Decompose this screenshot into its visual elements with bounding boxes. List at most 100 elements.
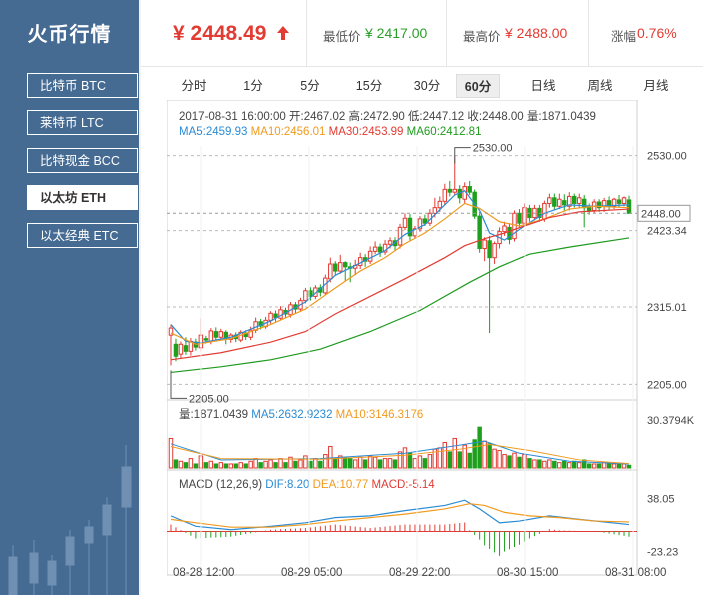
volume-bar: [333, 458, 338, 469]
volume-bar: [596, 463, 602, 469]
candle-body: [357, 257, 363, 266]
sidebar-item-bcc[interactable]: 比特现金 BCC: [27, 148, 138, 173]
tab-monthly[interactable]: 月线: [636, 74, 676, 98]
change-label: 涨幅: [611, 30, 637, 44]
volume-bar: [352, 459, 358, 469]
high-value: ¥ 2488.00: [505, 25, 568, 41]
candle-body: [482, 239, 487, 250]
volume-bar: [402, 447, 408, 469]
candle-body: [616, 199, 622, 204]
volume-bar: [472, 439, 477, 469]
chart-info-ma: MA5:2459.93 MA10:2456.01 MA30:2453.99 MA…: [179, 126, 481, 138]
candle-body: [517, 212, 522, 224]
volume-bar: [611, 463, 617, 469]
volume-bar: [542, 460, 547, 469]
sidebar-item-etc[interactable]: 以太经典 ETC: [27, 223, 138, 248]
volume-bar: [208, 460, 214, 469]
volume-bar: [497, 450, 502, 469]
volume-bar: [397, 451, 403, 469]
volume-bar: [298, 459, 303, 469]
volume-bar: [243, 463, 248, 469]
volume-bar: [447, 451, 453, 469]
tab-5min[interactable]: 5分: [290, 74, 330, 98]
y-tick-label: 2530.00: [647, 151, 687, 163]
candle-body: [432, 207, 438, 214]
sidebar-item-btc[interactable]: 比特币 BTC: [27, 73, 138, 98]
candle-body: [442, 188, 448, 202]
volume-bar: [347, 458, 353, 469]
tab-weekly[interactable]: 周线: [580, 74, 620, 98]
volume-bar: [183, 462, 189, 469]
candle-body: [581, 198, 587, 209]
candle-body: [576, 197, 582, 204]
kline-chart[interactable]: 2017-08-31 16:00:00 开:2467.02 高:2472.90 …: [167, 100, 697, 580]
volume-bar: [427, 454, 433, 469]
candle-body: [552, 197, 557, 207]
volume-bar: [328, 446, 333, 469]
sidebar-item-ltc[interactable]: 莱特币 LTC: [27, 110, 138, 135]
candle-body: [452, 188, 458, 193]
sidebar: 火币行情 比特币 BTC 莱特币 LTC 比特现金 BCC 以太坊 ETH 以太…: [0, 0, 139, 595]
volume-bar: [188, 458, 194, 469]
candle-body: [213, 331, 219, 338]
candle-body: [447, 188, 453, 193]
y-tick-label: 2205.00: [647, 379, 687, 391]
volume-bar: [278, 458, 283, 469]
candle-body: [571, 195, 577, 204]
volume-bar: [586, 463, 592, 469]
x-tick-label: 08-30 15:00: [497, 567, 558, 579]
tab-30min[interactable]: 30分: [407, 74, 447, 98]
min-marker-label: 2205.00: [189, 393, 229, 405]
macd-info: MACD (12,26,9) DIF:8.20 DEA:10.77 MACD:-…: [179, 479, 435, 491]
volume-bar: [357, 456, 363, 469]
candle-body: [522, 207, 527, 224]
volume-bar: [178, 460, 184, 469]
sidebar-item-eth[interactable]: 以太坊 ETH: [27, 185, 138, 210]
volume-bar: [377, 459, 383, 469]
low-value: ¥ 2417.00: [365, 25, 428, 41]
candle-body: [342, 262, 348, 268]
volume-bar: [228, 463, 233, 469]
tab-60min[interactable]: 60分: [456, 74, 500, 98]
tab-daily[interactable]: 日线: [523, 74, 563, 98]
candle-body: [492, 243, 497, 259]
y-tick-label: 2423.34: [647, 226, 687, 238]
chart-info-time: 2017-08-31 16:00:00 开:2467.02 高:2472.90 …: [179, 109, 596, 123]
change-value: 0.76%: [637, 25, 677, 41]
tab-timeshare[interactable]: 分时: [174, 74, 214, 98]
quote-bar: ¥ 2448.49 最低价 ¥ 2417.00 最高价 ¥ 2488.00 涨幅…: [141, 0, 703, 67]
volume-bar: [258, 462, 263, 469]
candle-body: [621, 197, 627, 204]
volume-bar: [562, 460, 567, 469]
volume-bar: [342, 456, 348, 469]
sidebar-title: 火币行情: [27, 24, 112, 46]
divider: [306, 0, 307, 66]
candle-body: [372, 246, 378, 252]
up-arrow-icon: [277, 26, 289, 40]
macd-y-tick: 38.05: [647, 493, 675, 505]
candle-body: [402, 217, 408, 228]
candle-body: [397, 226, 403, 246]
volume-bar: [203, 462, 209, 469]
volume-bar: [557, 462, 562, 469]
volume-bar: [547, 459, 552, 469]
x-tick-label: 08-31 08:00: [605, 567, 666, 579]
candle-body: [562, 200, 567, 206]
volume-bar: [253, 458, 258, 469]
candle-body: [218, 331, 224, 338]
tab-1min[interactable]: 1分: [233, 74, 273, 98]
candle-body: [542, 202, 547, 220]
volume-bar: [487, 443, 492, 469]
candle-body: [626, 199, 632, 214]
candle-body: [387, 240, 393, 245]
volume-bar: [422, 458, 428, 469]
volume-bar: [616, 463, 622, 469]
candle-body: [333, 263, 338, 272]
candle-body: [557, 198, 562, 207]
tab-15min[interactable]: 15分: [349, 74, 389, 98]
candle-body: [268, 312, 273, 321]
x-tick-label: 08-29 22:00: [389, 567, 450, 579]
candle-body: [183, 345, 189, 352]
volume-bar: [233, 463, 238, 469]
volume-bar: [502, 454, 507, 469]
